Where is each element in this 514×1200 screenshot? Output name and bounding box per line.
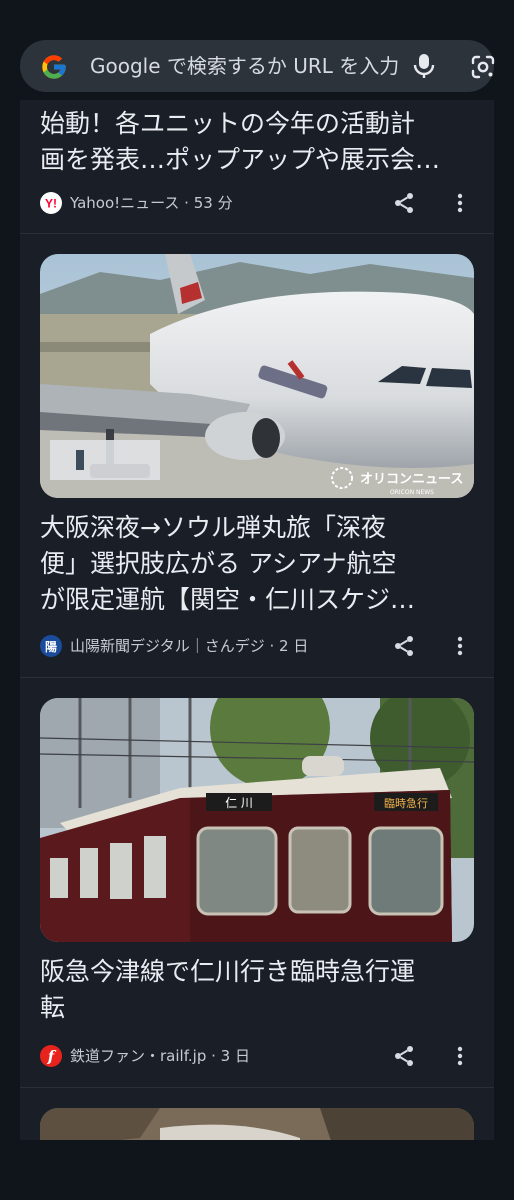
article-source: 山陽新聞デジタル｜さんデジ · 2 日	[70, 637, 309, 655]
train-photo: 仁 川 臨時急行	[40, 698, 474, 942]
image-caption-sub: ORICON NEWS	[390, 489, 434, 496]
article-title-line: 大阪深夜→ソウル弾丸旅「深夜	[40, 513, 386, 542]
svg-text:陽: 陽	[45, 640, 57, 654]
rock-photo	[40, 1108, 474, 1140]
image-caption: オリコンニュース	[360, 472, 463, 487]
search-bar[interactable]: Google で検索するか URL を入力	[20, 40, 496, 92]
more-vert-icon[interactable]	[454, 1044, 466, 1068]
article-source-row: 陽 山陽新聞デジタル｜さんデジ · 2 日	[40, 634, 480, 658]
train-type-sign: 臨時急行	[384, 796, 428, 810]
discover-feed: 始動！各ユニットの今年の活動計 画を発表…ポップアップや展示会… Y! Yaho…	[20, 100, 494, 1140]
railf-icon: f	[40, 1045, 62, 1067]
more-vert-icon[interactable]	[454, 634, 466, 658]
share-icon[interactable]	[392, 1044, 416, 1068]
article-card[interactable]: オリコンニュース ORICON NEWS 大阪深夜→ソウル弾丸旅「深夜 便」選択…	[20, 234, 494, 676]
article-source: 鉄道ファン・railf.jp · 3 日	[70, 1047, 250, 1065]
airplane-photo: オリコンニュース ORICON NEWS	[40, 254, 474, 498]
svg-text:f: f	[47, 1048, 57, 1066]
article-thumbnail[interactable]: 仁 川 臨時急行	[40, 698, 474, 942]
article-title[interactable]: 阪急今津線で仁川行き臨時急行運 転	[40, 954, 480, 1028]
article-thumbnail[interactable]	[40, 1108, 474, 1140]
article-card[interactable]: 仁 川 臨時急行 阪急今津線で仁川行き臨時急行運 転 f 鉄道ファン・railf…	[20, 678, 494, 1086]
microphone-icon[interactable]	[412, 53, 436, 79]
svg-text:Y!: Y!	[45, 197, 57, 211]
article-source-row: f 鉄道ファン・railf.jp · 3 日	[40, 1044, 480, 1068]
article-title-line: 画を発表…ポップアップや展示会…	[40, 145, 441, 174]
article-card[interactable]	[20, 1088, 494, 1140]
yahoo-icon: Y!	[40, 192, 62, 214]
more-vert-icon[interactable]	[454, 191, 466, 215]
google-lens-icon[interactable]	[470, 54, 496, 80]
sanyo-news-icon: 陽	[40, 635, 62, 657]
article-title-line: 便」選択肢広がる アシアナ航空	[40, 549, 397, 578]
article-source-row: Y! Yahoo!ニュース · 53 分	[40, 191, 480, 215]
article-source: Yahoo!ニュース · 53 分	[70, 194, 233, 212]
browser-frame: Google で検索するか URL を入力 始動！各ユニットの今年の活動計 画を…	[0, 0, 514, 1200]
share-icon[interactable]	[392, 634, 416, 658]
article-title[interactable]: 始動！各ユニットの今年の活動計 画を発表…ポップアップや展示会…	[40, 106, 480, 180]
article-title[interactable]: 大阪深夜→ソウル弾丸旅「深夜 便」選択肢広がる アシアナ航空 が限定運航【関空・…	[40, 510, 480, 620]
google-logo-icon[interactable]	[40, 53, 68, 81]
article-title-line: が限定運航【関空・仁川スケジ…	[40, 585, 416, 614]
article-title-line: 転	[40, 993, 66, 1022]
train-destination-sign: 仁 川	[225, 796, 253, 810]
share-icon[interactable]	[392, 191, 416, 215]
article-card[interactable]: 始動！各ユニットの今年の活動計 画を発表…ポップアップや展示会… Y! Yaho…	[20, 100, 494, 232]
article-title-line: 阪急今津線で仁川行き臨時急行運	[40, 957, 416, 986]
article-thumbnail[interactable]: オリコンニュース ORICON NEWS	[40, 254, 474, 498]
search-input[interactable]: Google で検索するか URL を入力	[90, 53, 400, 79]
article-title-line: 始動！各ユニットの今年の活動計	[40, 109, 416, 138]
